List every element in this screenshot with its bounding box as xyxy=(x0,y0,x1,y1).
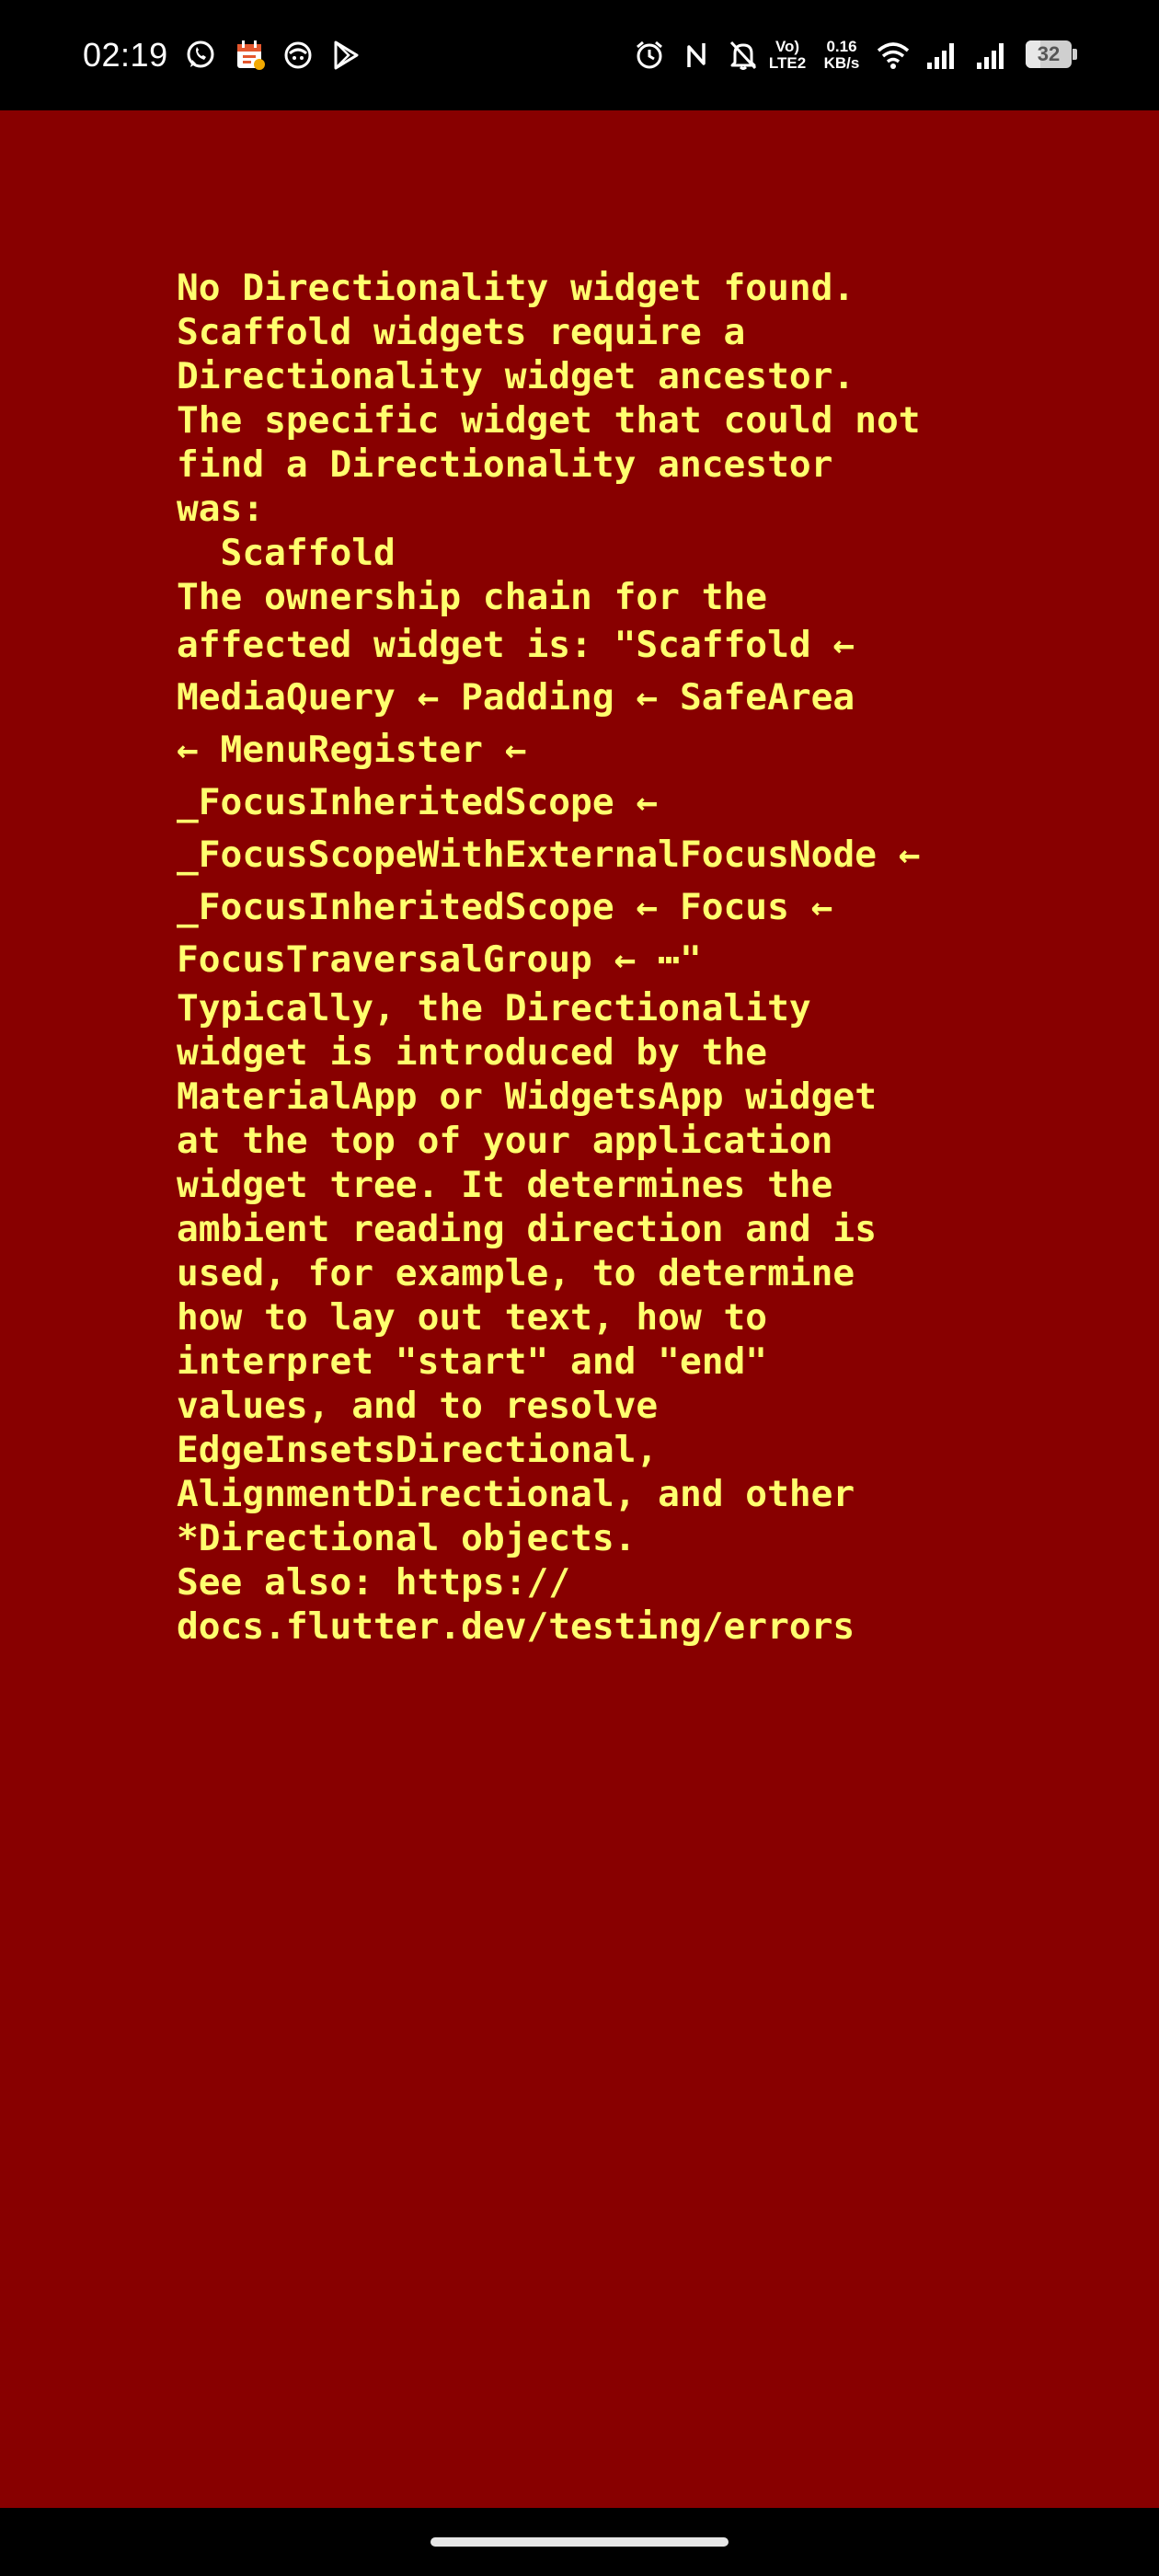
error-line: Typically, the Directionality xyxy=(177,987,811,1029)
error-line: at the top of your application xyxy=(177,1120,833,1162)
error-line: MediaQuery ← Padding ← SafeArea xyxy=(177,676,855,719)
error-line: interpret "start" and "end" xyxy=(177,1340,768,1383)
error-line: Scaffold xyxy=(177,532,396,574)
error-line: was: xyxy=(177,488,265,530)
error-message: No Directionality widget found. Scaffold … xyxy=(177,266,986,1649)
error-line: affected widget is: "Scaffold ← xyxy=(177,624,855,666)
error-line: FocusTraversalGroup ← ⋯" xyxy=(177,938,702,981)
error-line: ← MenuRegister ← xyxy=(177,729,527,771)
error-line: Scaffold widgets require a xyxy=(177,311,746,353)
error-line: find a Directionality ancestor xyxy=(177,443,833,486)
error-line: MaterialApp or WidgetsApp widget xyxy=(177,1075,877,1118)
status-time: 02:19 xyxy=(83,36,168,74)
volte-icon: Vo) LTE2 xyxy=(765,35,809,75)
battery-tip xyxy=(1073,49,1077,60)
error-line: See also: https:// xyxy=(177,1561,571,1604)
mute-icon xyxy=(725,35,762,75)
volte-label-bottom: LTE2 xyxy=(768,54,807,72)
error-line: The ownership chain for the xyxy=(177,576,768,618)
whatsapp-icon xyxy=(182,35,219,75)
alarm-icon xyxy=(631,35,668,75)
error-line: AlignmentDirectional, and other xyxy=(177,1473,855,1515)
error-line: how to lay out text, how to xyxy=(177,1296,768,1339)
network-speed-unit: KB/s xyxy=(823,54,860,72)
network-speed: 0.16 KB/s xyxy=(815,35,868,75)
wifi-icon xyxy=(874,35,912,75)
error-line: The specific widget that could not xyxy=(177,399,921,442)
phone-screen: 02:19 Vo) LTE2 0.16 KB/s 32 No Direction… xyxy=(0,0,1159,2576)
error-line: widget tree. It determines the xyxy=(177,1164,833,1206)
error-line: *Directional objects. xyxy=(177,1517,637,1559)
error-line: values, and to resolve xyxy=(177,1385,659,1427)
error-line: Directionality widget ancestor. xyxy=(177,355,855,397)
error-line: _FocusInheritedScope ← xyxy=(177,781,659,823)
signal-icon xyxy=(924,35,960,75)
network-speed-value: 0.16 xyxy=(826,38,857,55)
battery-level-text: 32 xyxy=(1037,42,1061,65)
error-line: EdgeInsetsDirectional, xyxy=(177,1429,659,1471)
error-line: No Directionality widget found. xyxy=(177,267,855,309)
error-line: widget is introduced by the xyxy=(177,1031,768,1074)
nfc-icon xyxy=(681,35,712,75)
error-line: ambient reading direction and is xyxy=(177,1208,877,1250)
error-line: used, for example, to determine xyxy=(177,1252,855,1294)
signal-icon xyxy=(973,35,1010,75)
volte-label-top: Vo) xyxy=(775,38,800,55)
error-line: docs.flutter.dev/testing/errors xyxy=(177,1605,855,1648)
app-notification-icon xyxy=(280,35,316,75)
home-gesture-bar[interactable] xyxy=(430,2537,729,2547)
battery-icon: 32 xyxy=(1026,40,1072,68)
play-store-icon xyxy=(327,35,364,75)
calendar-notification-icon xyxy=(232,35,269,75)
error-line: _FocusInheritedScope ← Focus ← xyxy=(177,886,833,928)
status-bar: 02:19 Vo) LTE2 0.16 KB/s 32 xyxy=(0,0,1159,110)
error-line: _FocusScopeWithExternalFocusNode ← xyxy=(177,834,921,876)
